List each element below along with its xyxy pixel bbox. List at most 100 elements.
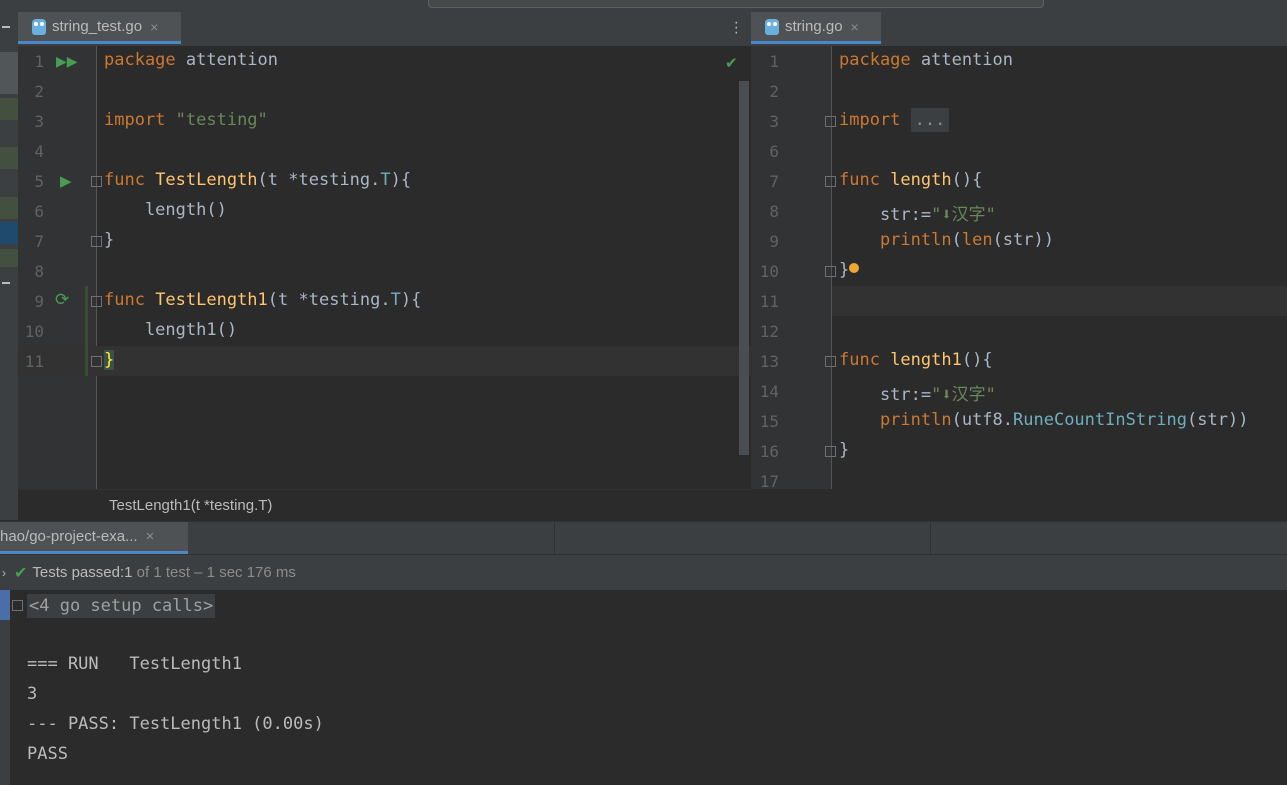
code-token: ){ (390, 170, 412, 190)
expand-fold-icon[interactable] (12, 600, 23, 611)
code-token: T (380, 170, 391, 190)
fold-icon[interactable] (825, 356, 836, 367)
code-token: length1() (104, 320, 238, 340)
right-code-editor[interactable]: 1 package attention 2 3 import ... 6 7 func len… (751, 46, 1287, 489)
line-number: 5 (34, 172, 44, 191)
fold-icon[interactable] (91, 296, 102, 307)
more-options-icon[interactable]: · · · (734, 15, 739, 41)
code-token: ( (951, 230, 962, 250)
code-token: func (839, 170, 891, 190)
code-token: TestLength (155, 170, 258, 190)
line-number: 7 (769, 172, 779, 191)
strip-marker (0, 52, 18, 94)
code-token: import (104, 110, 176, 130)
code-token: length1 (890, 350, 962, 370)
code-token: import (839, 110, 911, 130)
collapse-icon[interactable] (2, 282, 10, 284)
line-number: 4 (34, 142, 44, 161)
vertical-scrollbar[interactable] (739, 81, 749, 455)
line-number: 3 (769, 112, 779, 131)
fold-icon[interactable] (825, 176, 836, 187)
line-number: 8 (769, 202, 779, 221)
code-line[interactable]: package attention (104, 50, 278, 70)
console-line: 3 (27, 684, 38, 704)
code-token: length() (104, 200, 227, 220)
line-number: 9 (34, 292, 44, 311)
line-number: 11 (24, 352, 44, 371)
code-line[interactable]: str:="⬇汉字" (839, 380, 996, 405)
line-number: 2 (34, 82, 44, 101)
code-line[interactable]: import "testing" (104, 110, 268, 130)
code-line[interactable]: str:="⬇汉字" (839, 200, 996, 225)
breadcrumb-right (751, 489, 1287, 521)
console-output[interactable]: <4 go setup calls> === RUN TestLength1 3 --… (0, 590, 1287, 785)
code-line[interactable]: println(len(str)) (839, 230, 1054, 250)
close-icon[interactable]: × (851, 19, 859, 35)
check-icon: ✔ (14, 564, 28, 582)
code-line[interactable]: func TestLength1(t *testing.T){ (104, 290, 421, 310)
status-suffix: of 1 test – 1 sec 176 ms (132, 564, 296, 581)
fold-icon[interactable] (91, 176, 102, 187)
left-tool-strip (0, 12, 18, 520)
code-line[interactable]: length1() (104, 320, 237, 340)
navigation-bar[interactable] (428, 0, 1044, 8)
line-number: 6 (34, 202, 44, 221)
fold-icon[interactable] (91, 356, 102, 367)
line-number: 12 (759, 322, 779, 341)
code-token: } (104, 230, 115, 250)
code-token: package (104, 50, 186, 70)
code-lines: 1 package attention 2 3 import "testing" 4 5 fu… (18, 46, 751, 489)
code-token: package (839, 50, 921, 70)
fold-icon[interactable] (825, 266, 836, 277)
code-line[interactable]: func length(){ (839, 170, 982, 190)
run-test-icon[interactable]: ▶ (60, 172, 72, 190)
divider (930, 522, 931, 554)
console-line: === RUN TestLength1 (27, 654, 242, 674)
tab-string-test-go[interactable]: string_test.go × (18, 12, 181, 44)
code-token: attention (920, 50, 1014, 70)
code-line[interactable]: func length1(){ (839, 350, 993, 370)
code-line[interactable]: } (839, 440, 849, 460)
code-token: (str)) (992, 230, 1054, 250)
code-line[interactable]: } (104, 350, 115, 370)
code-token: func (104, 290, 156, 310)
code-line[interactable]: } (839, 260, 849, 280)
expand-icon[interactable]: › (2, 566, 6, 580)
tab-string-go[interactable]: string.go × (751, 12, 881, 44)
collapse-icon[interactable] (2, 26, 10, 28)
console-line: PASS (27, 744, 68, 764)
code-line[interactable]: length() (104, 200, 227, 220)
run-all-icon[interactable]: ▶▶ (56, 53, 78, 70)
code-line[interactable]: println(utf8.RuneCountInString(str)) (839, 410, 1249, 430)
fold-icon[interactable] (825, 446, 836, 457)
tab-label: string_test.go (52, 18, 143, 35)
code-token: str:= (839, 385, 932, 405)
go-file-icon (765, 18, 779, 35)
code-line[interactable]: package attention (839, 50, 1013, 70)
breadcrumb[interactable]: TestLength1(t *testing.T) (18, 489, 751, 522)
test-status-bar: › ✔ Tests passed: 1 of 1 test – 1 sec 17… (0, 554, 1287, 590)
code-line[interactable]: import ... (839, 108, 950, 132)
code-token: println (839, 410, 952, 430)
breadcrumb-label[interactable]: TestLength1(t *testing.T) (109, 497, 272, 514)
code-token: println (839, 230, 952, 250)
rerun-test-icon[interactable]: ⟳ (55, 290, 69, 310)
console-side-tab[interactable] (0, 590, 10, 620)
code-line[interactable]: func TestLength(t *testing.T){ (104, 170, 411, 190)
close-icon[interactable]: × (150, 19, 158, 35)
code-token: "testing" (175, 110, 268, 130)
run-tab-label: hao/go-project-exa... (0, 528, 138, 545)
lightbulb-icon[interactable] (849, 263, 859, 273)
code-token: (utf8. (951, 410, 1014, 430)
fold-icon[interactable] (825, 116, 836, 127)
strip-marker (0, 222, 18, 244)
code-token: func (104, 170, 156, 190)
left-code-editor[interactable]: 1 package attention 2 3 import "testing" 4 5 fu… (18, 46, 751, 489)
close-icon[interactable]: × (146, 528, 155, 545)
change-marker (85, 286, 88, 376)
code-line[interactable]: } (104, 230, 114, 250)
fold-icon[interactable] (91, 236, 102, 247)
check-icon: ✔ (725, 55, 738, 72)
run-tab[interactable]: hao/go-project-exa... × (0, 522, 188, 554)
tab-label: string.go (785, 18, 843, 35)
